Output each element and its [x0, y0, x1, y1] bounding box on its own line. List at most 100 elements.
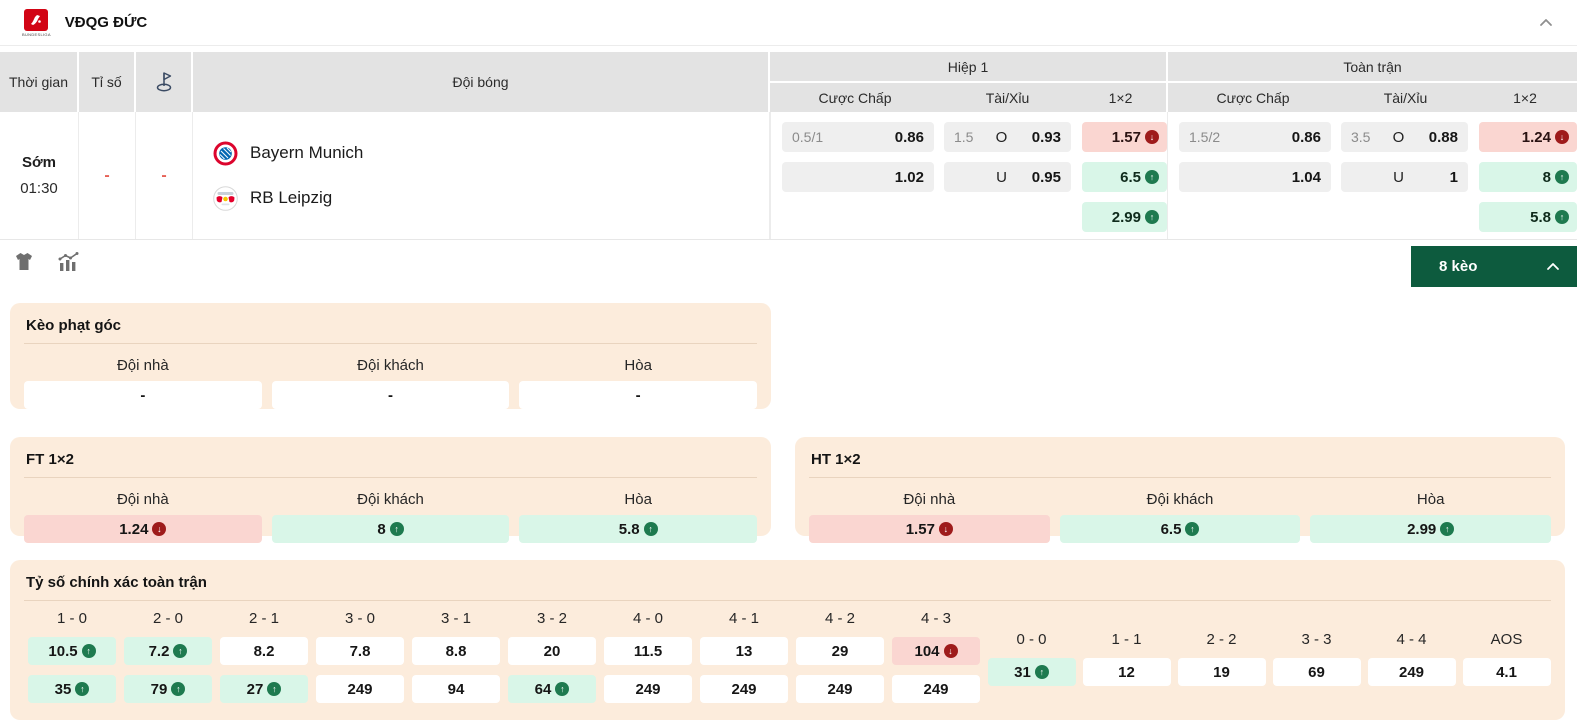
ht-overunder-column: 1.5 O 0.93 U 0.95	[941, 122, 1076, 239]
league-title: VĐQG ĐỨC	[64, 14, 148, 31]
score-column: 4 - 1 13 249	[696, 605, 792, 703]
score-odds-chip[interactable]: 249	[316, 675, 404, 703]
ft-1x2-odds-cell[interactable]: 5.8 ↑	[519, 515, 757, 543]
score-odds-chip[interactable]: 35 ↑	[28, 675, 116, 703]
ht-under-label: U	[996, 168, 1007, 186]
score-odds-chip[interactable]: 19	[1177, 658, 1266, 686]
score-odds-chip[interactable]: 249	[796, 675, 884, 703]
score-odds-chip[interactable]: 13	[700, 637, 788, 665]
score-odds-chip[interactable]: 8.2	[220, 637, 308, 665]
trend-up-icon: ↑	[1555, 170, 1569, 184]
ht-1x2-odds-cell[interactable]: 2.99 ↑	[1310, 515, 1551, 543]
ht-1x2-chip[interactable]: 2.99 ↑	[1082, 202, 1167, 232]
column-label: Đội nhà	[903, 490, 956, 508]
rb-leipzig-logo-icon	[213, 185, 238, 211]
home-team-row[interactable]: Bayern Munich	[213, 141, 769, 166]
score-odds-chip[interactable]: 31 ↑	[987, 658, 1076, 686]
trend-up-icon: ↑	[643, 522, 658, 536]
odds-value: -	[140, 386, 146, 404]
ft-overunder-column: 3.5 O 0.88 U 1	[1338, 122, 1473, 239]
score-odds-chip[interactable]: 79 ↑	[124, 675, 212, 703]
bet-count-button[interactable]: 8 kèo	[1411, 246, 1577, 287]
corner-odds-cell[interactable]: -	[519, 381, 757, 409]
score-odds-chip[interactable]: 249	[1367, 658, 1456, 686]
stats-chart-icon[interactable]	[56, 250, 82, 274]
bundesliga-logo-caption: BUNDESLIGA	[22, 31, 51, 37]
score-label: AOS	[1490, 630, 1523, 648]
score-odds-chip[interactable]: 10.5 ↑	[28, 637, 116, 665]
score-label: 4 - 4	[1396, 630, 1427, 648]
odds-value: 5.8	[1530, 208, 1551, 226]
score-odds-chip[interactable]: 64 ↑	[508, 675, 596, 703]
odds-value: 31	[1014, 663, 1031, 681]
ft-handicap-home-chip[interactable]: 1.5/2 0.86	[1179, 122, 1331, 152]
match-corner-cell: -	[136, 112, 193, 239]
corner-odds-cell[interactable]: -	[271, 381, 510, 409]
ht-handicap-home-chip[interactable]: 0.5/1 0.86	[782, 122, 934, 152]
score-odds-chip[interactable]: 8.8	[412, 637, 500, 665]
trend-up-icon: ↑	[1145, 210, 1159, 224]
ht-1x2-odds-cell[interactable]: 6.5 ↑	[1059, 515, 1301, 543]
score-label: 0 - 0	[1016, 630, 1047, 648]
odds-value: 1.57	[1111, 128, 1141, 146]
ht-1x2-odds-cell[interactable]: 1.57 ↓	[809, 515, 1050, 543]
score-odds-chip[interactable]: 12	[1082, 658, 1171, 686]
score-odds-chip[interactable]: 11.5	[604, 637, 692, 665]
score-odds-chip[interactable]: 249	[604, 675, 692, 703]
trend-up-icon: ↑	[1185, 522, 1200, 536]
ft-1x2-odds-cell[interactable]: 1.24 ↓	[24, 515, 262, 543]
ft-under-chip[interactable]: U 1	[1341, 162, 1468, 192]
league-header: BUNDESLIGA VĐQG ĐỨC	[0, 0, 1577, 46]
score-odds-chip[interactable]: 29	[796, 637, 884, 665]
score-odds-chip[interactable]: 20	[508, 637, 596, 665]
odds-value: 11.5	[633, 642, 663, 660]
trend-down-icon: ↓	[1555, 130, 1569, 144]
corner-odds-cell[interactable]: -	[24, 381, 262, 409]
score-odds-chip[interactable]: 69	[1272, 658, 1361, 686]
score-odds-chip[interactable]: 7.8	[316, 637, 404, 665]
score-column: 4 - 3 104 ↓ 249	[888, 605, 984, 703]
odds-value: 6.5	[1120, 168, 1141, 186]
score-odds-chip[interactable]: 104 ↓	[892, 637, 980, 665]
away-team-name: RB Leipzig	[250, 188, 333, 207]
ht-over-chip[interactable]: 1.5 O 0.93	[944, 122, 1071, 152]
ft-handicap-away-chip[interactable]: 1.04	[1179, 162, 1331, 192]
ht-1x2-chip[interactable]: 1.57 ↓	[1082, 122, 1167, 152]
away-team-row[interactable]: RB Leipzig	[213, 185, 769, 211]
score-odds-chip[interactable]: 249	[892, 675, 980, 703]
ft-1x2-chip[interactable]: 5.8 ↑	[1479, 202, 1577, 232]
score-odds-chip[interactable]: 27 ↑	[220, 675, 308, 703]
jersey-icon[interactable]	[12, 250, 36, 274]
ft-1x2-chip[interactable]: 8 ↑	[1479, 162, 1577, 192]
score-label: 3 - 2	[536, 609, 567, 627]
ft-over-chip[interactable]: 3.5 O 0.88	[1341, 122, 1468, 152]
ft-1x2-chip[interactable]: 1.24 ↓	[1479, 122, 1577, 152]
ht-handicap-away-price: 1.02	[894, 168, 924, 186]
corner-section-title: Kèo phạt góc	[24, 315, 757, 344]
bet-count-label: 8 kèo	[1439, 258, 1478, 275]
score-odds-chip[interactable]: 94	[412, 675, 500, 703]
score-column: 3 - 1 8.8 94	[408, 605, 504, 703]
odds-value: 5.8	[618, 520, 640, 538]
ft-1x2-odds-cell[interactable]: 8 ↑	[271, 515, 510, 543]
corner-flag-icon	[154, 70, 174, 94]
bayern-munich-logo-icon	[213, 141, 238, 166]
score-odds-chip[interactable]: 7.2 ↑	[124, 637, 212, 665]
odds-value: -	[387, 386, 393, 404]
match-score-cell: -	[79, 112, 136, 239]
ht-under-chip[interactable]: U 0.95	[944, 162, 1071, 192]
odds-value: 69	[1308, 663, 1325, 681]
score-odds-chip[interactable]: 249	[700, 675, 788, 703]
league-collapse-button[interactable]	[1537, 14, 1555, 32]
trend-up-icon: ↑	[389, 522, 404, 536]
score-odds-chip[interactable]: 4.1	[1462, 658, 1551, 686]
subcol-ht-1x2: 1×2	[1108, 89, 1133, 106]
trend-up-icon: ↑	[81, 644, 96, 658]
ht-handicap-away-chip[interactable]: 1.02	[782, 162, 934, 192]
correct-score-section: Tỷ số chính xác toàn trận 1 - 0 10.5 ↑ 35 ↑ 2…	[10, 560, 1565, 720]
score-label: 4 - 1	[728, 609, 759, 627]
odds-table-header: Thời gian Tỉ số Đội bóng Hiệp 1 Cược Chấ…	[0, 52, 1577, 112]
score-label: 1 - 1	[1111, 630, 1142, 648]
score-column: 0 - 0 31 ↑	[984, 626, 1079, 703]
ht-1x2-chip[interactable]: 6.5 ↑	[1082, 162, 1167, 192]
